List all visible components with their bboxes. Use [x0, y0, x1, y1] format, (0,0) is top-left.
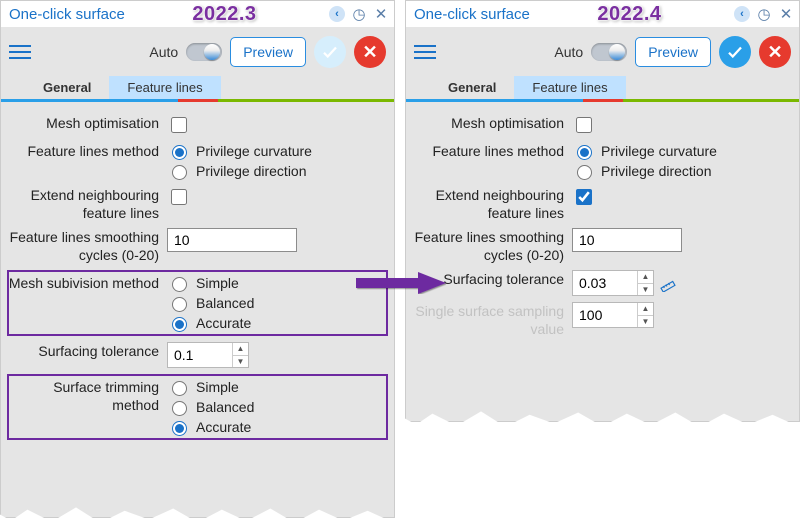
- auto-switch[interactable]: [186, 43, 222, 61]
- toolbar: Auto Preview ✕: [1, 27, 394, 73]
- subdiv-accurate[interactable]: Accurate: [167, 314, 254, 332]
- trim-label: Surface trimming method: [7, 378, 167, 414]
- smoothing-input[interactable]: [572, 228, 682, 252]
- trim-simple[interactable]: Simple: [167, 378, 254, 396]
- spin-down-icon[interactable]: ▼: [637, 284, 653, 296]
- highlight-trimming: Surface trimming method Simple Balanced …: [7, 374, 388, 440]
- surf-tol-input[interactable]: [168, 343, 232, 367]
- smoothing-label: Feature lines smoothing cycles (0-20): [7, 228, 167, 264]
- fl-method-direction[interactable]: Privilege direction: [167, 162, 312, 180]
- mesh-opt-checkbox[interactable]: [171, 117, 187, 133]
- tab-feature-lines[interactable]: Feature lines: [109, 76, 220, 99]
- toolbar: Auto Preview ✕: [406, 27, 799, 73]
- back-icon[interactable]: ‹: [733, 5, 751, 23]
- extend-checkbox[interactable]: [576, 189, 592, 205]
- tabs: General Feature lines: [406, 73, 799, 99]
- tabs: General Feature lines: [1, 73, 394, 99]
- single-sample-label: Single surface sampling value: [412, 302, 572, 338]
- pin-icon[interactable]: ◷: [755, 5, 773, 23]
- tab-general[interactable]: General: [25, 76, 109, 99]
- fl-method-curvature[interactable]: Privilege curvature: [167, 142, 312, 160]
- smoothing-label: Feature lines smoothing cycles (0-20): [412, 228, 572, 264]
- apply-button[interactable]: [314, 36, 346, 68]
- torn-edge: [0, 503, 400, 525]
- smoothing-input[interactable]: [167, 228, 297, 252]
- highlight-subdivision: Mesh subivision method Simple Balanced A…: [7, 270, 388, 336]
- surf-tol-spinner[interactable]: ▲▼: [572, 270, 654, 296]
- spin-up-icon[interactable]: ▲: [637, 271, 653, 284]
- mesh-opt-label: Mesh optimisation: [7, 114, 167, 132]
- ruler-icon[interactable]: [658, 273, 678, 293]
- panel-2022-3: One-click surface 2022.3 ‹ ◷ ✕ Auto Prev…: [0, 0, 395, 518]
- preview-button[interactable]: Preview: [635, 37, 711, 67]
- close-icon[interactable]: ✕: [372, 5, 390, 23]
- surf-tol-input[interactable]: [573, 271, 637, 295]
- fl-method-label: Feature lines method: [7, 142, 167, 160]
- version-badge: 2022.3: [186, 3, 262, 26]
- auto-switch[interactable]: [591, 43, 627, 61]
- trim-accurate[interactable]: Accurate: [167, 418, 254, 436]
- subdiv-balanced[interactable]: Balanced: [167, 294, 254, 312]
- fl-method-direction[interactable]: Privilege direction: [572, 162, 717, 180]
- surf-tol-label: Surfacing tolerance: [412, 270, 572, 288]
- form: Mesh optimisation Feature lines method P…: [406, 102, 799, 354]
- form: Mesh optimisation Feature lines method P…: [1, 102, 394, 456]
- spin-down-icon[interactable]: ▼: [637, 316, 653, 328]
- spin-down-icon[interactable]: ▼: [232, 356, 248, 368]
- pin-icon[interactable]: ◷: [350, 5, 368, 23]
- trim-balanced[interactable]: Balanced: [167, 398, 254, 416]
- preview-button[interactable]: Preview: [230, 37, 306, 67]
- cancel-button[interactable]: ✕: [354, 36, 386, 68]
- extend-label: Extend neighbouring feature lines: [7, 186, 167, 222]
- fl-method-curvature[interactable]: Privilege curvature: [572, 142, 717, 160]
- panel-2022-4: One-click surface 2022.4 ‹ ◷ ✕ Auto Prev…: [405, 0, 800, 422]
- auto-label: Auto: [149, 44, 178, 60]
- tab-feature-lines[interactable]: Feature lines: [514, 76, 625, 99]
- panel-title: One-click surface: [9, 6, 125, 23]
- single-sample-input[interactable]: [573, 303, 637, 327]
- extend-checkbox[interactable]: [171, 189, 187, 205]
- cancel-button[interactable]: ✕: [759, 36, 791, 68]
- menu-icon[interactable]: [414, 45, 436, 59]
- spin-up-icon[interactable]: ▲: [232, 343, 248, 356]
- subdiv-simple[interactable]: Simple: [167, 274, 254, 292]
- mesh-opt-label: Mesh optimisation: [412, 114, 572, 132]
- apply-button[interactable]: [719, 36, 751, 68]
- menu-icon[interactable]: [9, 45, 31, 59]
- panel-title: One-click surface: [414, 6, 530, 23]
- subdiv-label: Mesh subivision method: [7, 274, 167, 292]
- single-sample-spinner[interactable]: ▲▼: [572, 302, 654, 328]
- back-icon[interactable]: ‹: [328, 5, 346, 23]
- fl-method-label: Feature lines method: [412, 142, 572, 160]
- titlebar: One-click surface 2022.4 ‹ ◷ ✕: [406, 1, 799, 27]
- tab-general[interactable]: General: [430, 76, 514, 99]
- surf-tol-label: Surfacing tolerance: [7, 342, 167, 360]
- extend-label: Extend neighbouring feature lines: [412, 186, 572, 222]
- close-icon[interactable]: ✕: [777, 5, 795, 23]
- auto-label: Auto: [554, 44, 583, 60]
- version-badge: 2022.4: [591, 3, 667, 26]
- titlebar: One-click surface 2022.3 ‹ ◷ ✕: [1, 1, 394, 27]
- surf-tol-spinner[interactable]: ▲▼: [167, 342, 249, 368]
- spin-up-icon[interactable]: ▲: [637, 303, 653, 316]
- torn-edge: [400, 407, 800, 429]
- mesh-opt-checkbox[interactable]: [576, 117, 592, 133]
